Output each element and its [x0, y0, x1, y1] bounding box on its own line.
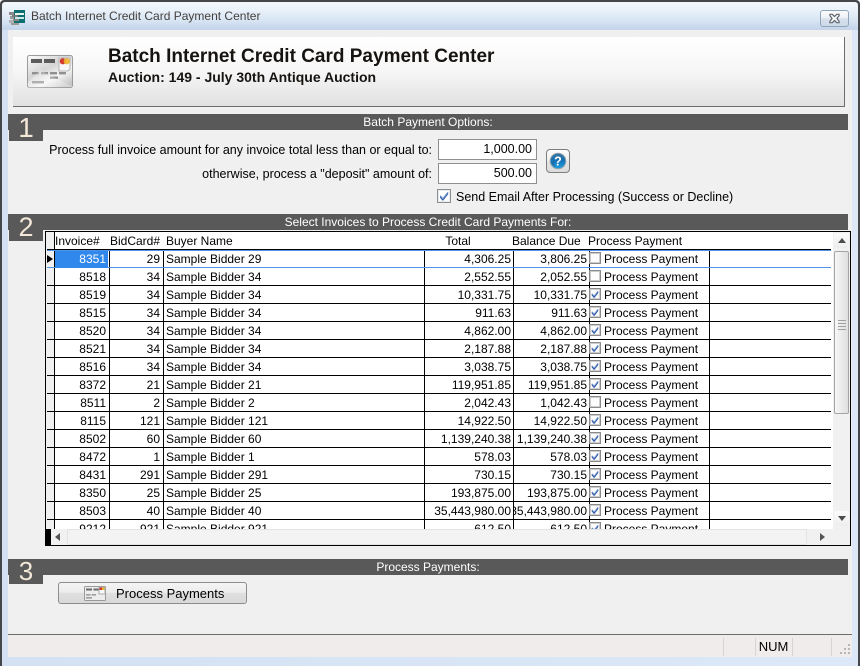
svg-text:?: ? — [554, 154, 562, 168]
